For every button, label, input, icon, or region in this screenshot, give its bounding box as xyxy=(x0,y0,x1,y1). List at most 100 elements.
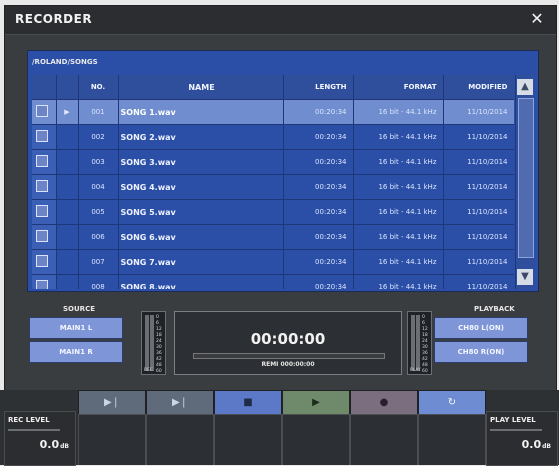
file-modified: 11/10/2014 xyxy=(443,274,514,289)
stop-button[interactable]: ■ xyxy=(214,390,282,415)
row-checkbox[interactable] xyxy=(36,230,48,242)
play-meter-ticks: 0 6 12 18 24 30 36 42 48 60 xyxy=(422,315,428,374)
now-playing-cell xyxy=(56,224,79,250)
time-value: 00:00:00 xyxy=(250,330,326,348)
scroll-down-button[interactable]: ▼ xyxy=(517,269,533,285)
play-button[interactable]: ▶ xyxy=(282,390,350,415)
row-checkbox[interactable] xyxy=(36,255,48,267)
row-checkbox-cell[interactable] xyxy=(32,274,57,289)
row-checkbox-cell[interactable] xyxy=(32,249,57,275)
file-length: 00:20:34 xyxy=(283,174,354,200)
now-playing-cell xyxy=(56,149,79,175)
play-indicator-icon: ▶ xyxy=(64,108,70,116)
row-checkbox-cell[interactable] xyxy=(32,99,57,125)
file-format: 16 bit - 44.1 kHz xyxy=(353,99,444,125)
remaining-time: REMI 000:00:00 xyxy=(261,361,315,368)
row-checkbox[interactable] xyxy=(36,105,48,117)
window-title: RECORDER xyxy=(15,12,93,26)
transport-button-2[interactable]: ▶❘ xyxy=(146,390,214,415)
now-playing-cell xyxy=(56,274,79,289)
file-modified: 11/10/2014 xyxy=(443,249,514,275)
row-number: 003 xyxy=(78,149,119,175)
file-name: SONG 3.wav xyxy=(118,149,284,175)
col-format: FORMAT xyxy=(353,75,444,100)
transport-cell xyxy=(282,414,350,465)
transport-cell xyxy=(146,414,214,465)
file-length: 00:20:34 xyxy=(283,249,354,275)
close-icon[interactable]: ✕ xyxy=(528,10,546,28)
scroll-up-button[interactable]: ▲ xyxy=(517,79,533,95)
transport-cell xyxy=(78,414,146,465)
table-row[interactable]: 004 SONG 4.wav 00:20:34 16 bit - 44.1 kHz 11… xyxy=(32,174,514,200)
row-checkbox-cell[interactable] xyxy=(32,174,57,200)
file-modified: 11/10/2014 xyxy=(443,224,514,250)
file-length: 00:20:34 xyxy=(283,199,354,225)
now-playing-cell: ▶ xyxy=(56,99,79,125)
file-format: 16 bit - 44.1 kHz xyxy=(353,124,444,150)
transport-cell xyxy=(214,414,282,465)
file-format: 16 bit - 44.1 kHz xyxy=(353,274,444,289)
scrollbar[interactable]: ▲ ▼ xyxy=(515,75,534,289)
row-checkbox-cell[interactable] xyxy=(32,124,57,150)
play-level-control[interactable]: PLAY LEVEL 0.0dB xyxy=(486,411,558,466)
row-checkbox[interactable] xyxy=(36,205,48,217)
row-checkbox[interactable] xyxy=(36,130,48,142)
rec-level-value: 0.0dB xyxy=(39,438,69,451)
rec-level-control[interactable]: REC LEVEL 0.0dB xyxy=(4,411,76,466)
file-format: 16 bit - 44.1 kHz xyxy=(353,174,444,200)
row-number: 005 xyxy=(78,199,119,225)
scroll-thumb[interactable] xyxy=(518,98,534,258)
file-modified: 11/10/2014 xyxy=(443,124,514,150)
repeat-button[interactable]: ↻ xyxy=(418,390,486,415)
file-name: SONG 1.wav xyxy=(118,99,284,125)
record-button[interactable]: ● xyxy=(350,390,418,415)
play-meter-bar-right xyxy=(416,315,420,371)
row-checkbox[interactable] xyxy=(36,280,48,289)
table-row[interactable]: ▶ 001 SONG 1.wav 00:20:34 16 bit - 44.1 kHz 1… xyxy=(32,99,514,125)
row-checkbox-cell[interactable] xyxy=(32,199,57,225)
row-checkbox-cell[interactable] xyxy=(32,149,57,175)
row-checkbox-cell[interactable] xyxy=(32,224,57,250)
transport-button-1[interactable]: ▶❘ xyxy=(78,390,146,415)
table-row[interactable]: 006 SONG 6.wav 00:20:34 16 bit - 44.1 kHz 11… xyxy=(32,224,514,250)
now-playing-cell xyxy=(56,249,79,275)
col-no: NO. xyxy=(78,75,119,100)
table-row[interactable]: 008 SONG 8.wav 00:20:34 16 bit - 44.1 kHz 11… xyxy=(32,274,514,289)
file-format: 16 bit - 44.1 kHz xyxy=(353,199,444,225)
table-row[interactable]: 005 SONG 5.wav 00:20:34 16 bit - 44.1 kHz 11… xyxy=(32,199,514,225)
now-playing-cell xyxy=(56,199,79,225)
source-main1-r-button[interactable]: MAIN1 R xyxy=(29,341,123,363)
file-browser: /ROLAND/SONGS NO. NAME LENGTH FORMAT MOD… xyxy=(27,50,539,292)
play-meter-caption: PLAY xyxy=(410,368,421,373)
row-number: 008 xyxy=(78,274,119,289)
play-level-value: 0.0dB xyxy=(521,438,551,451)
table-row[interactable]: 007 SONG 7.wav 00:20:34 16 bit - 44.1 kHz 11… xyxy=(32,249,514,275)
rec-level-slider[interactable] xyxy=(8,429,60,431)
playing-col-header xyxy=(56,75,79,100)
time-display: 00:00:00 REMI 000:00:00 xyxy=(174,311,402,375)
rec-meter: 0 6 12 18 24 30 36 42 48 60 REC xyxy=(141,311,166,375)
select-col-header xyxy=(32,75,57,100)
file-modified: 11/10/2014 xyxy=(443,174,514,200)
source-main1-l-button[interactable]: MAIN1 L xyxy=(29,317,123,339)
file-format: 16 bit - 44.1 kHz xyxy=(353,149,444,175)
table-row[interactable]: 003 SONG 3.wav 00:20:34 16 bit - 44.1 kHz 11… xyxy=(32,149,514,175)
play-level-slider[interactable] xyxy=(490,429,542,431)
playback-ch80-l-button[interactable]: CH80 L(ON) xyxy=(434,317,528,339)
file-length: 00:20:34 xyxy=(283,124,354,150)
file-modified: 11/10/2014 xyxy=(443,199,514,225)
file-table: NO. NAME LENGTH FORMAT MODIFIED ▶ 001 SONG… xyxy=(32,75,514,289)
table-row[interactable]: 002 SONG 2.wav 00:20:34 16 bit - 44.1 kHz 11… xyxy=(32,124,514,150)
row-number: 004 xyxy=(78,174,119,200)
file-name: SONG 4.wav xyxy=(118,174,284,200)
title-bar: RECORDER ✕ xyxy=(5,6,556,35)
row-checkbox[interactable] xyxy=(36,180,48,192)
row-number: 001 xyxy=(78,99,119,125)
playback-ch80-r-button[interactable]: CH80 R(ON) xyxy=(434,341,528,363)
file-name: SONG 8.wav xyxy=(118,274,284,289)
row-checkbox[interactable] xyxy=(36,155,48,167)
row-number: 002 xyxy=(78,124,119,150)
transport-bar: ▶❘ ▶❘ ■ ▶ ● ↻ REC LEVEL 0.0dB PLAY LEVEL… xyxy=(0,390,559,466)
file-modified: 11/10/2014 xyxy=(443,99,514,125)
file-name: SONG 5.wav xyxy=(118,199,284,225)
